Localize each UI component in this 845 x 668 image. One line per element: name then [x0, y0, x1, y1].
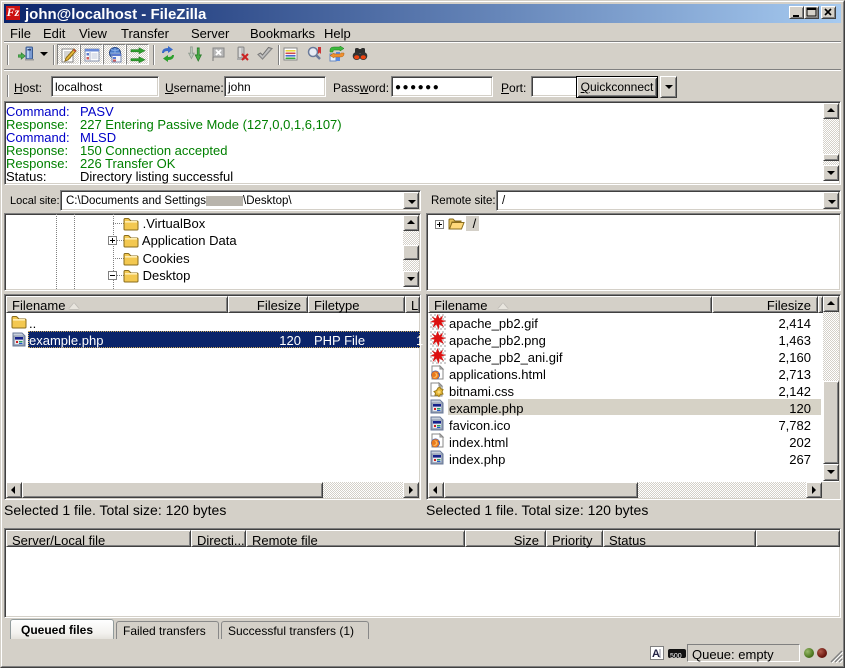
svg-text:500: 500 — [670, 653, 682, 660]
svg-text:A: A — [652, 648, 660, 659]
